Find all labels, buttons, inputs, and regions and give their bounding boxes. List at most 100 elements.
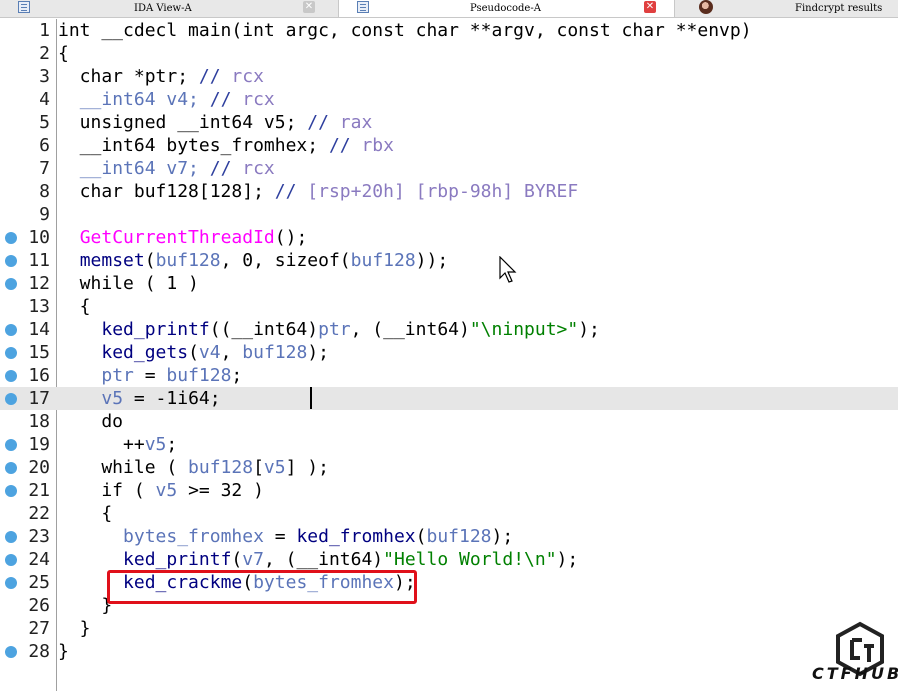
code-text: ked_printf(v7, (__int64)"Hello World!\n"… (58, 548, 578, 571)
code-line[interactable]: 16 ptr = buf128; (0, 364, 898, 387)
code-text: { (58, 295, 91, 318)
code-line[interactable]: 19 ++v5; (0, 433, 898, 456)
code-line[interactable]: 27 } (0, 617, 898, 640)
code-token: ptr (101, 365, 134, 386)
code-token: ); (307, 342, 329, 363)
code-token: __int64 bytes_fromhex; (58, 135, 329, 156)
code-token: ( (231, 549, 243, 570)
code-line[interactable]: 5 unsigned __int64 v5; // rax (0, 111, 898, 134)
code-line[interactable]: 14 ked_printf((__int64)ptr, (__int64)"\n… (0, 318, 898, 341)
code-text: while ( 1 ) (58, 272, 199, 295)
code-line[interactable]: 9 (0, 203, 898, 226)
code-text: do (58, 410, 123, 433)
code-line[interactable]: 24 ked_printf(v7, (__int64)"Hello World!… (0, 548, 898, 571)
code-token: rcx (231, 66, 264, 87)
code-text: } (58, 617, 91, 640)
code-token: ; (166, 434, 178, 455)
code-token: char *ptr; (58, 66, 199, 87)
tab-pseudocode[interactable]: Pseudocode-A ✕ (339, 0, 675, 17)
code-token: rcx (242, 89, 275, 110)
code-token: [ (253, 457, 264, 478)
code-line[interactable]: 1 int __cdecl main(int argc, const char *… (0, 19, 898, 42)
code-token: buf128 (155, 250, 221, 271)
code-line[interactable]: 3 char *ptr; // rcx (0, 65, 898, 88)
code-token: v4 (198, 342, 221, 363)
code-line[interactable]: 8 char buf128[128]; // [rsp+20h] [rbp-98… (0, 180, 898, 203)
highlight-annotation-box (107, 570, 417, 604)
code-line[interactable]: 23 bytes_fromhex = ked_fromhex(buf128); (0, 525, 898, 548)
code-text: char buf128[128]; // [rsp+20h] [rbp-98h]… (58, 180, 579, 203)
code-token: { (58, 43, 69, 64)
code-token: // (328, 135, 362, 156)
code-line[interactable]: 6 __int64 bytes_fromhex; // rbx (0, 134, 898, 157)
code-token: bytes_fromhex (123, 526, 264, 547)
code-token: ked_printf (123, 549, 232, 570)
tab-findcrypt[interactable]: Findcrypt results (675, 0, 898, 17)
code-token: // (209, 89, 243, 110)
line-number: 7 (39, 158, 50, 179)
code-token: = (263, 526, 297, 547)
code-text: unsigned __int64 v5; // rax (58, 111, 373, 134)
code-line[interactable]: 7 __int64 v7; // rcx (0, 157, 898, 180)
code-token: { (58, 296, 91, 317)
line-number: 2 (39, 43, 50, 64)
code-text: } (58, 594, 112, 617)
code-text: __int64 v4; // rcx (58, 88, 275, 111)
code-token: ); (578, 319, 600, 340)
code-token: , 0, sizeof( (220, 250, 351, 271)
code-line[interactable]: 21 if ( v5 >= 32 ) (0, 479, 898, 502)
code-token: unsigned __int64 v5; (58, 112, 308, 133)
code-token: buf128 (242, 342, 308, 363)
code-token: ked_fromhex (296, 526, 416, 547)
code-line[interactable]: 11 memset(buf128, 0, sizeof(buf128)); (0, 249, 898, 272)
code-text: bytes_fromhex = ked_fromhex(buf128); (58, 525, 513, 548)
code-line[interactable]: 22 { (0, 502, 898, 525)
code-token: } (58, 641, 69, 662)
code-line[interactable]: 13 { (0, 295, 898, 318)
code-token: ( (144, 250, 156, 271)
code-text: v5 = -1i64; (58, 387, 220, 410)
code-token: buf128 (426, 526, 492, 547)
code-token: ked_gets (101, 342, 189, 363)
code-token: ((__int64) (209, 319, 319, 340)
line-number: 27 (28, 618, 50, 639)
close-icon[interactable]: ✕ (303, 1, 315, 13)
code-token: = (133, 365, 167, 386)
code-line[interactable]: 20 while ( buf128[v5] ); (0, 456, 898, 479)
code-token: rcx (242, 158, 275, 179)
code-text: int __cdecl main(int argc, const char **… (58, 19, 752, 42)
findcrypt-icon (699, 0, 713, 14)
line-number: 19 (28, 434, 50, 455)
tab-label: IDA View-A (134, 3, 192, 14)
tab-ida-view[interactable]: IDA View-A ✕ (0, 0, 339, 17)
code-line[interactable]: 15 ked_gets(v4, buf128); (0, 341, 898, 364)
disassembly-icon (18, 1, 30, 13)
line-number: 20 (28, 457, 50, 478)
code-line[interactable]: 18 do (0, 410, 898, 433)
code-text: memset(buf128, 0, sizeof(buf128)); (58, 249, 449, 272)
code-token: if ( (58, 480, 156, 501)
code-text: ptr = buf128; (58, 364, 242, 387)
pseudocode-icon (357, 1, 369, 13)
code-line[interactable]: 4 __int64 v4; // rcx (0, 88, 898, 111)
code-token: rax (339, 112, 373, 133)
code-text: while ( buf128[v5] ); (58, 456, 329, 479)
code-token: { (58, 503, 113, 524)
code-line[interactable]: 2{ (0, 42, 898, 65)
code-text: char *ptr; // rcx (58, 65, 264, 88)
code-line[interactable]: 17 v5 = -1i64; (0, 387, 898, 410)
close-icon[interactable]: ✕ (644, 1, 656, 13)
line-number: 25 (28, 572, 50, 593)
code-line[interactable]: 28} (0, 640, 898, 663)
code-token: ptr (318, 319, 351, 340)
code-line[interactable]: 10 GetCurrentThreadId(); (0, 226, 898, 249)
text-caret (310, 387, 312, 409)
code-text: } (58, 640, 69, 663)
line-number: 3 (39, 66, 50, 87)
code-token: GetCurrentThreadId (79, 227, 275, 248)
code-line[interactable]: 12 while ( 1 ) (0, 272, 898, 295)
code-token: buf128 (188, 457, 254, 478)
